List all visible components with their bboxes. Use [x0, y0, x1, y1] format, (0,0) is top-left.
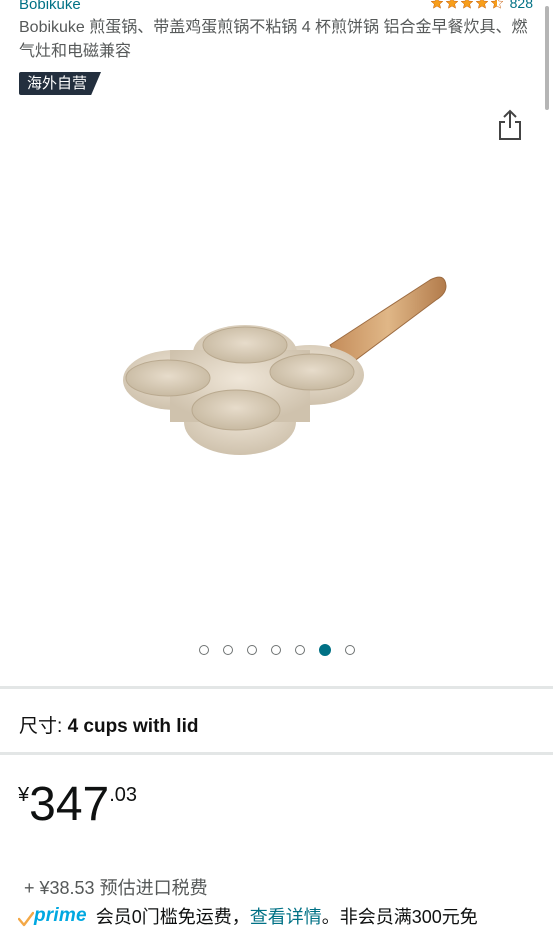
divider [0, 686, 553, 689]
rating-count[interactable]: 828 [510, 0, 533, 11]
star-icon [430, 0, 444, 9]
brand-link[interactable]: Bobikuke [19, 0, 81, 13]
pagination-dot[interactable] [270, 645, 281, 655]
star-icon [475, 0, 489, 9]
price: ¥347.03 [18, 778, 137, 832]
overseas-badge: 海外自营 [19, 72, 102, 95]
pagination-dot[interactable] [294, 645, 305, 655]
pagination-dot[interactable] [198, 645, 209, 655]
prime-check-icon [18, 911, 34, 927]
share-icon[interactable] [496, 108, 524, 142]
star-icon [445, 0, 459, 9]
price-symbol: ¥ [18, 784, 30, 806]
divider [0, 752, 553, 755]
pagination-dot[interactable] [344, 645, 355, 655]
half-star-icon [490, 0, 504, 9]
prime-text-after: 。非会员满300元免 [321, 907, 478, 927]
price-fraction: .03 [109, 784, 138, 806]
size-label: 尺寸: [19, 716, 63, 737]
prime-details-link[interactable]: 查看详情 [250, 903, 322, 929]
pagination-dot[interactable] [222, 645, 233, 655]
star-rating [430, 0, 504, 10]
pan-body [123, 325, 364, 455]
pagination-dot[interactable] [246, 645, 257, 655]
product-image[interactable] [80, 250, 470, 480]
image-pagination [0, 644, 553, 656]
star-icon [460, 0, 474, 9]
prime-shipping-row: prime 会员0门槛免运费， 查看详情 。非会员满300元免 [18, 903, 478, 929]
prime-logo: prime [18, 905, 87, 927]
product-title: Bobikuke 煎蛋锅、带盖鸡蛋煎锅不粘锅 4 杯煎饼锅 铝合金早餐炊具、燃气… [19, 19, 528, 60]
import-tax-text: + ¥38.53 预估进口税费 [24, 878, 208, 898]
pagination-dot-active[interactable] [318, 644, 331, 656]
prime-text: 会员0门槛免运费， [95, 907, 250, 927]
size-value: 4 cups with lid [67, 716, 199, 737]
scrollbar[interactable] [545, 6, 549, 110]
rating[interactable]: 828 [430, 0, 533, 11]
price-whole: 347 [29, 778, 110, 831]
size-selector[interactable]: 尺寸: 4 cups with lid [19, 711, 198, 738]
